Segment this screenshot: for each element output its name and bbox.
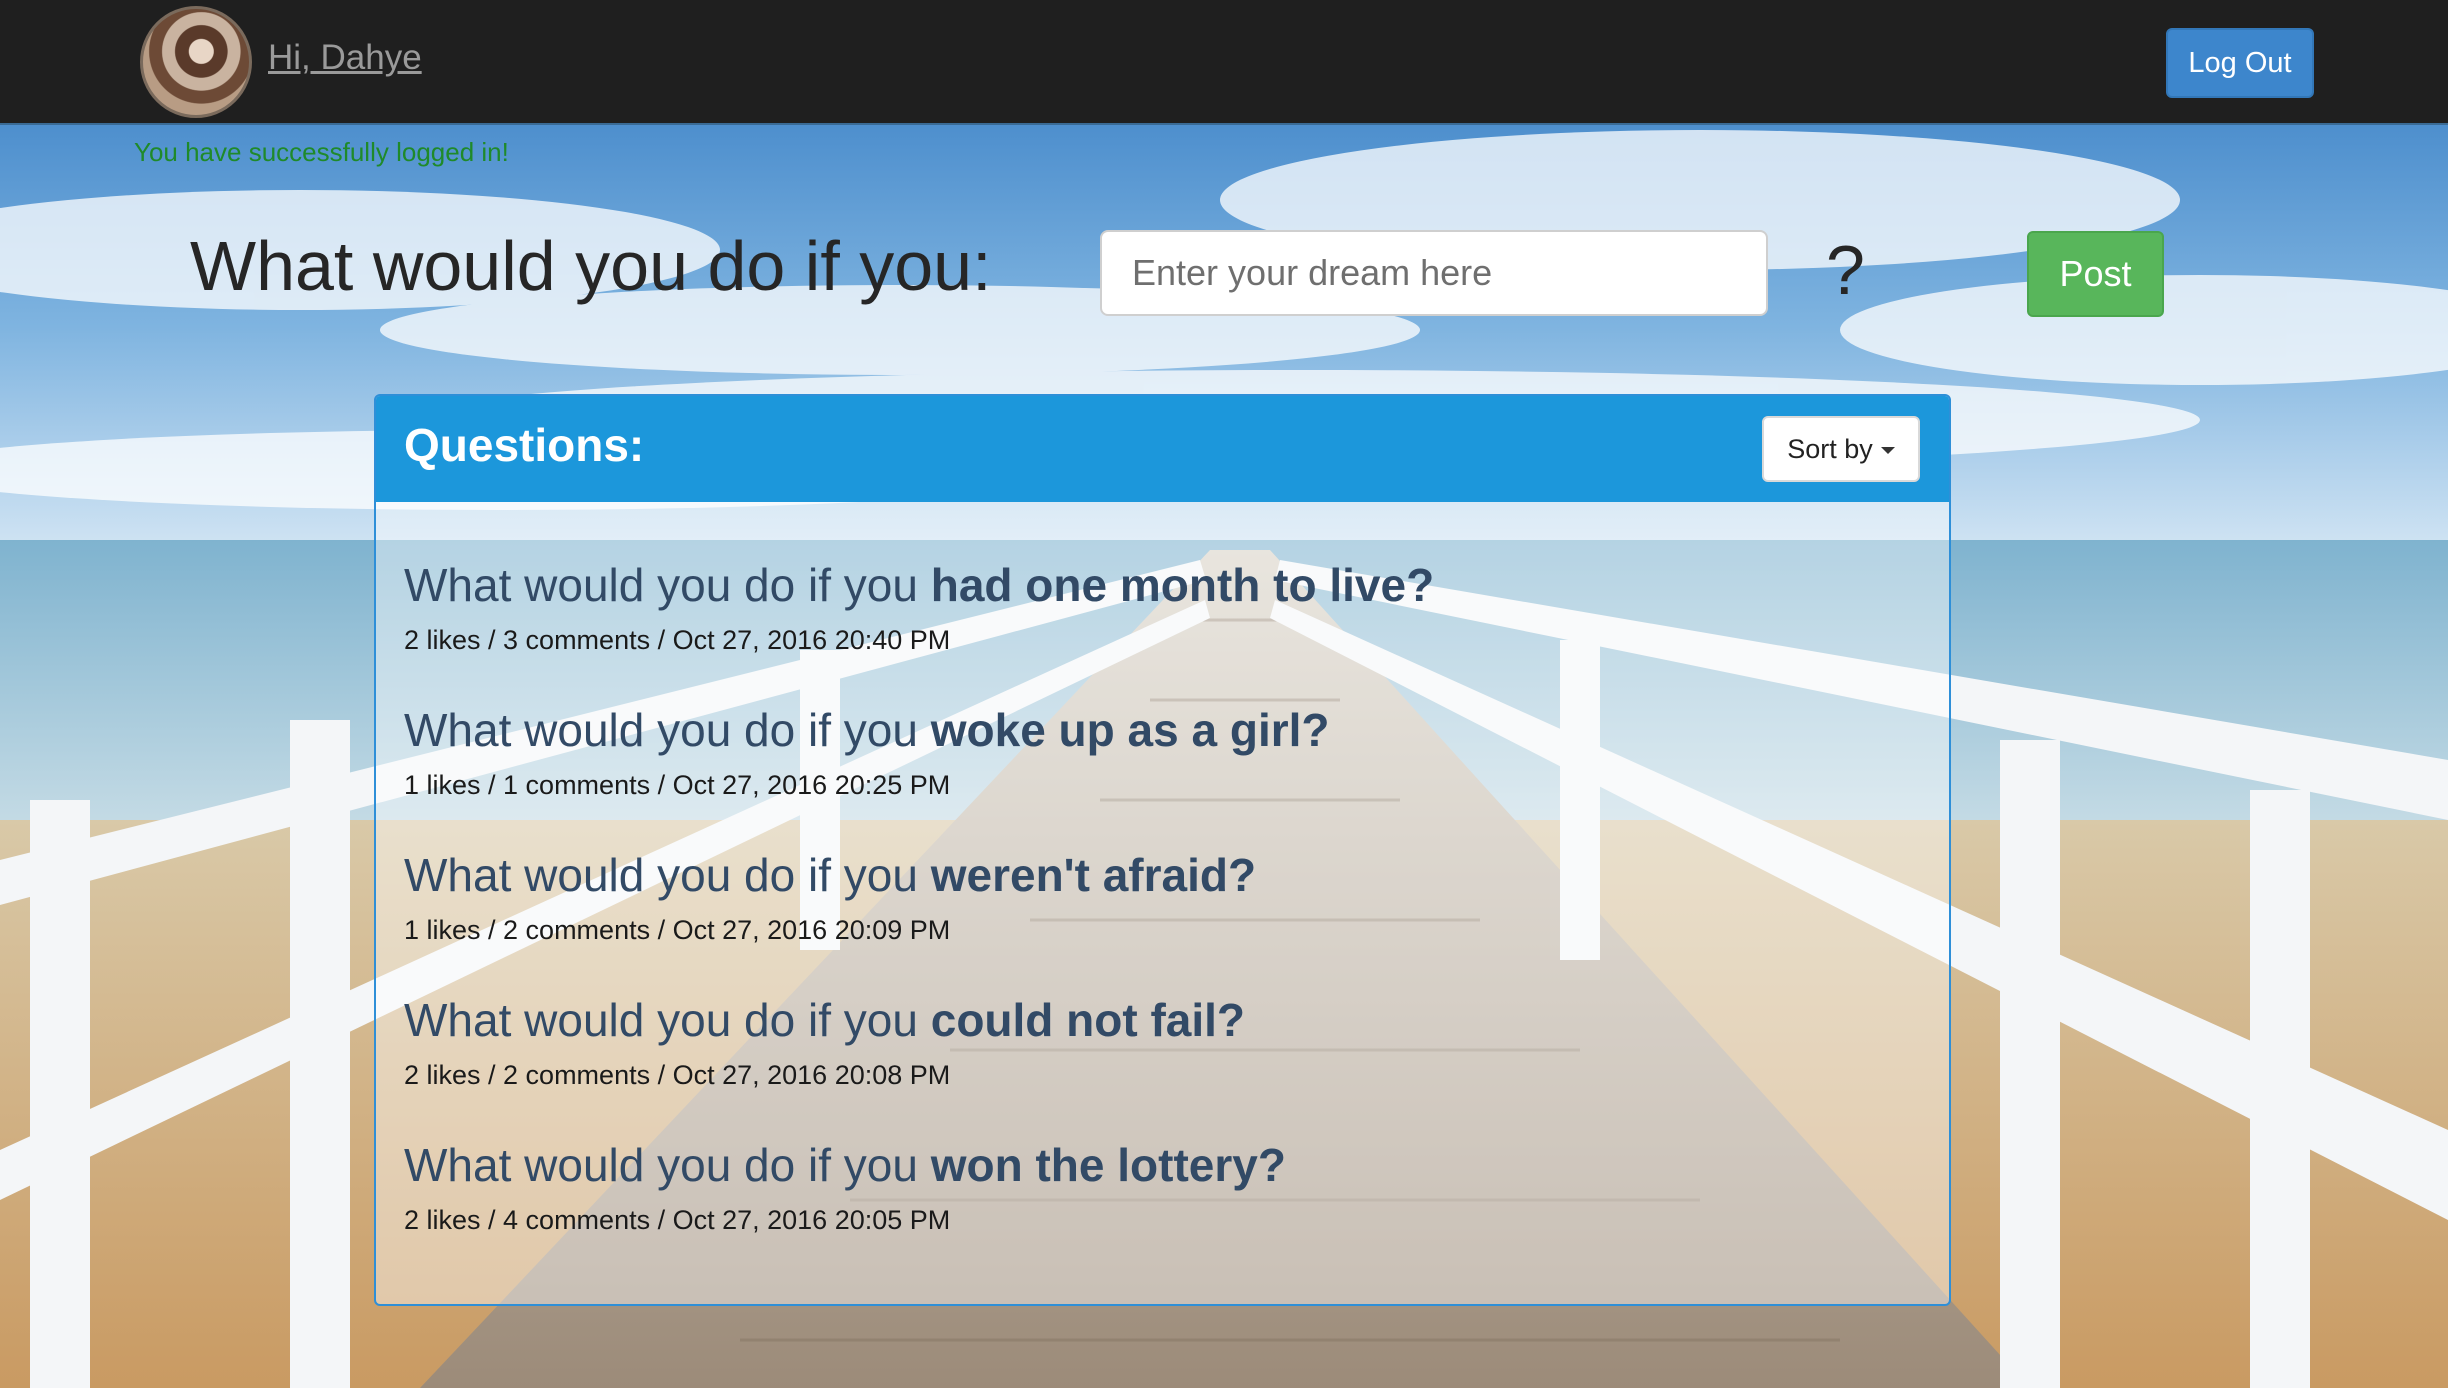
prompt-label: What would you do if you: xyxy=(190,227,992,305)
question-text: weren't afraid? xyxy=(930,849,1257,901)
question-prefix: What would you do if you xyxy=(404,994,931,1046)
question-meta: 1 likes / 1 comments / Oct 27, 2016 20:2… xyxy=(404,770,951,800)
top-navbar: Hi, Dahye Log Out xyxy=(0,0,2448,125)
question-link[interactable]: What would you do if you won the lottery… xyxy=(404,1138,1434,1192)
question-prefix: What would you do if you xyxy=(404,704,931,756)
question-prefix: What would you do if you xyxy=(404,849,931,901)
avatar[interactable] xyxy=(140,6,252,118)
question-item: What would you do if you had one month t… xyxy=(404,558,1434,703)
question-meta: 2 likes / 3 comments / Oct 27, 2016 20:4… xyxy=(404,625,951,655)
dream-input[interactable] xyxy=(1100,230,1768,316)
question-item: What would you do if you won the lottery… xyxy=(404,1138,1434,1283)
question-prefix: What would you do if you xyxy=(404,1139,931,1191)
post-button[interactable]: Post xyxy=(2027,231,2164,317)
question-meta: 1 likes / 2 comments / Oct 27, 2016 20:0… xyxy=(404,915,951,945)
question-text: could not fail? xyxy=(930,994,1246,1046)
question-item: What would you do if you could not fail?… xyxy=(404,993,1434,1138)
questions-title: Questions: xyxy=(404,419,645,471)
questions-list: What would you do if you had one month t… xyxy=(404,558,1434,1283)
user-greeting-link[interactable]: Hi, Dahye xyxy=(268,38,422,78)
login-success-message: You have successfully logged in! xyxy=(134,137,509,167)
sort-label: Sort by xyxy=(1787,433,1873,464)
question-text: had one month to live? xyxy=(930,559,1435,611)
question-link[interactable]: What would you do if you had one month t… xyxy=(404,558,1434,612)
prompt-question-mark: ? xyxy=(1826,231,1865,309)
question-meta: 2 likes / 2 comments / Oct 27, 2016 20:0… xyxy=(404,1060,951,1090)
question-prefix: What would you do if you xyxy=(404,559,931,611)
question-meta: 2 likes / 4 comments / Oct 27, 2016 20:0… xyxy=(404,1205,951,1235)
question-link[interactable]: What would you do if you weren't afraid? xyxy=(404,848,1434,902)
question-text: won the lottery? xyxy=(930,1139,1286,1191)
sort-dropdown-button[interactable]: Sort by xyxy=(1762,416,1920,482)
question-link[interactable]: What would you do if you woke up as a gi… xyxy=(404,703,1434,757)
question-item: What would you do if you woke up as a gi… xyxy=(404,703,1434,848)
logout-button[interactable]: Log Out xyxy=(2166,28,2314,98)
questions-panel-header: Questions: Sort by xyxy=(376,396,1949,502)
questions-panel: Questions: Sort by What would you do if … xyxy=(374,394,1951,1306)
question-text: woke up as a girl? xyxy=(930,704,1330,756)
caret-down-icon xyxy=(1880,447,1895,454)
question-item: What would you do if you weren't afraid?… xyxy=(404,848,1434,993)
question-link[interactable]: What would you do if you could not fail? xyxy=(404,993,1434,1047)
